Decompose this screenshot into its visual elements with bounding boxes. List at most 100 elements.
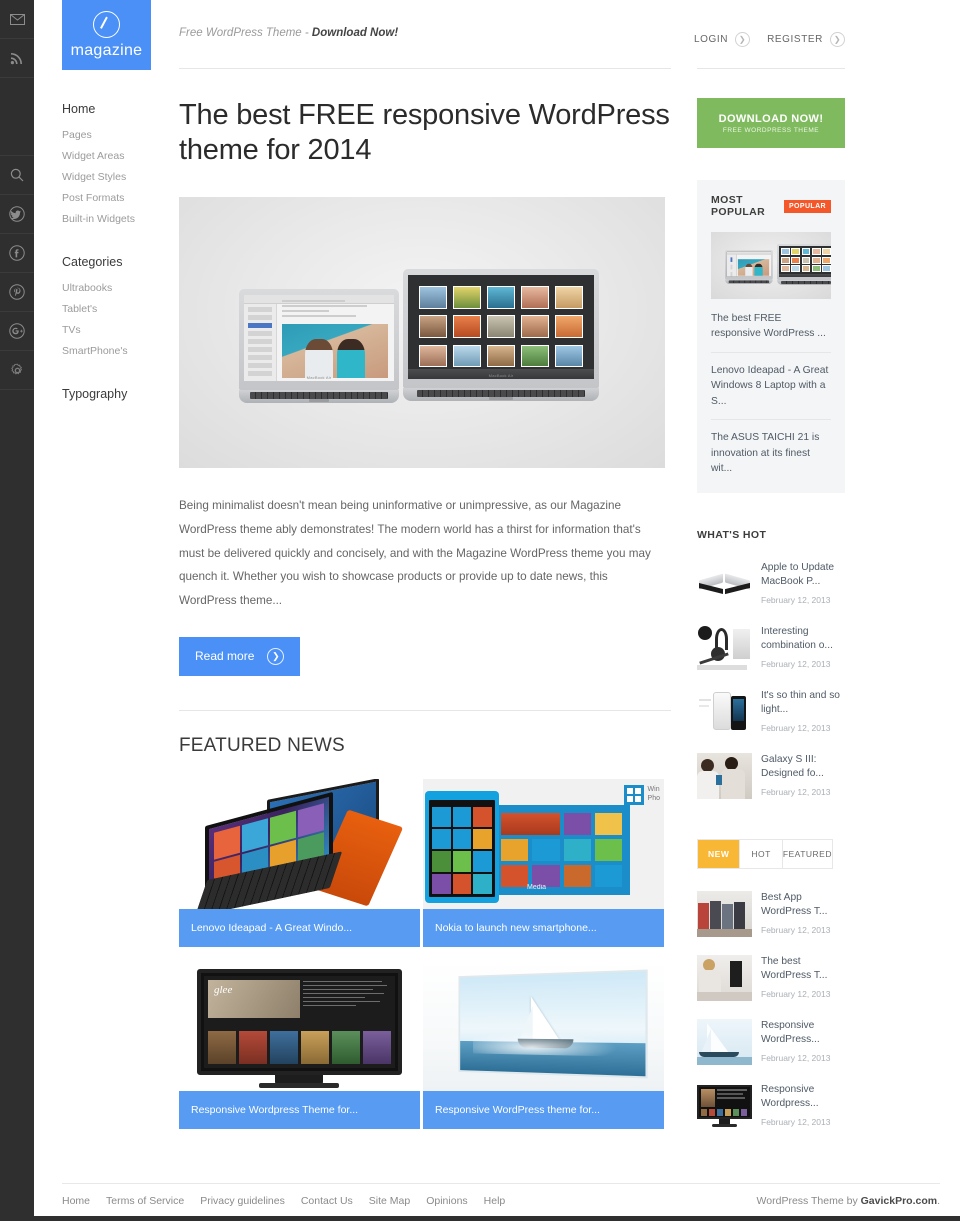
google-plus-icon[interactable] <box>0 312 34 351</box>
featured-card[interactable]: Lenovo Ideapad - A Great Windo... <box>179 778 420 947</box>
whats-hot-list: Apple to Update MacBook P... February 12… <box>697 560 845 799</box>
tv-glee-art: glee <box>179 960 420 1091</box>
list-item[interactable]: Lenovo Ideapad - A Great Windows 8 Lapto… <box>711 353 831 421</box>
footer-link-sitemap[interactable]: Site Map <box>369 1195 410 1207</box>
pinterest-icon[interactable] <box>0 273 34 312</box>
download-now-button[interactable]: DOWNLOAD NOW! FREE WORDPRESS THEME <box>697 98 845 148</box>
gear-icon[interactable] <box>0 351 34 390</box>
list-item-title: It's so thin and so light... <box>761 689 840 715</box>
tab-featured[interactable]: FEATURED <box>783 840 832 868</box>
list-item-date: February 12, 2013 <box>761 723 831 734</box>
footer-link-opinions[interactable]: Opinions <box>426 1195 467 1207</box>
social-rail <box>0 0 34 1221</box>
list-item[interactable]: The best FREE responsive WordPress ... <box>711 311 831 353</box>
list-item[interactable]: Interesting combination o... February 12… <box>697 624 845 671</box>
twitter-icon[interactable] <box>0 195 34 234</box>
account-links: LOGIN ❯ REGISTER ❯ <box>694 32 845 47</box>
featured-thumbnail: glee <box>179 960 420 1091</box>
list-item[interactable]: Responsive Wordpress... February 12, 201… <box>697 1082 845 1129</box>
featured-card[interactable]: Win Pho Media Nokia to launch new smartp… <box>423 778 664 947</box>
sidebar-item-post-formats[interactable]: Post Formats <box>62 192 172 204</box>
register-link[interactable]: REGISTER ❯ <box>767 32 845 47</box>
list-item[interactable]: The best WordPress T... February 12, 201… <box>697 954 845 1001</box>
footer-link-privacy[interactable]: Privacy guidelines <box>200 1195 285 1207</box>
site-logo[interactable]: magazine <box>62 0 151 70</box>
login-link[interactable]: LOGIN ❯ <box>694 32 751 47</box>
featured-news-title: FEATURED NEWS <box>179 734 345 756</box>
download-secondary-label: FREE WORDPRESS THEME <box>722 126 820 134</box>
sidebar-item-pages[interactable]: Pages <box>62 129 172 141</box>
rss-icon[interactable] <box>0 39 34 78</box>
sidebar-item-tablets[interactable]: Tablet's <box>62 303 172 315</box>
featured-caption: Lenovo Ideapad - A Great Windo... <box>179 908 420 947</box>
list-item[interactable]: The ASUS TAICHI 21 is innovation at its … <box>711 420 831 476</box>
header-divider-right <box>697 68 845 69</box>
sidebar-item-tvs[interactable]: TVs <box>62 324 172 336</box>
list-item[interactable]: Responsive WordPress... February 12, 201… <box>697 1018 845 1065</box>
hero-image[interactable]: MacBook Air MacBook Air <box>179 197 665 468</box>
mail-icon[interactable] <box>0 0 34 39</box>
main-content: The best FREE responsive WordPress theme… <box>179 98 671 1129</box>
list-item-title: Responsive Wordpress... <box>761 1083 819 1109</box>
thumbnail-iphone <box>697 688 752 735</box>
tagline-download-link[interactable]: Download Now! <box>312 27 398 39</box>
list-item-date: February 12, 2013 <box>761 659 831 670</box>
list-item[interactable]: Best App WordPress T... February 12, 201… <box>697 890 845 937</box>
sidebar-item-smartphones[interactable]: SmartPhone's <box>62 345 172 357</box>
sidebar-item-widget-areas[interactable]: Widget Areas <box>62 150 172 162</box>
sidebar-item-home[interactable]: Home <box>62 102 172 116</box>
chevron-right-icon: ❯ <box>267 647 285 665</box>
logo-text: magazine <box>70 41 143 59</box>
sidebar-item-ultrabooks[interactable]: Ultrabooks <box>62 282 172 294</box>
featured-card[interactable]: glee Responsive Wordpress Theme for... <box>179 960 420 1129</box>
list-item[interactable]: It's so thin and so light... February 12… <box>697 688 845 735</box>
list-item-date: February 12, 2013 <box>761 1053 831 1064</box>
sidebar-item-categories[interactable]: Categories <box>62 255 172 269</box>
featured-thumbnail <box>423 960 664 1091</box>
footer-copyright: WordPress Theme by GavickPro.com. <box>757 1195 940 1207</box>
thumbnail-headphones <box>697 624 752 671</box>
list-item-date: February 12, 2013 <box>761 595 831 606</box>
post-excerpt: Being minimalist doesn't mean being unin… <box>179 499 651 607</box>
page-title: The best FREE responsive WordPress theme… <box>179 99 670 166</box>
whats-hot-title: WHAT'S HOT <box>697 528 767 541</box>
facebook-icon[interactable] <box>0 234 34 273</box>
featured-card[interactable]: Responsive WordPress theme for... <box>423 960 664 1129</box>
thumbnail-macbook-pair <box>697 560 752 607</box>
footer-link-help[interactable]: Help <box>484 1195 506 1207</box>
most-popular-title: MOST POPULAR <box>711 194 766 218</box>
featured-news-grid: Lenovo Ideapad - A Great Windo... Win Pho <box>179 778 665 1129</box>
list-item-title: Galaxy S III: Designed fo... <box>761 753 824 779</box>
section-divider <box>179 709 671 711</box>
list-item[interactable]: Galaxy S III: Designed fo... February 12… <box>697 752 845 799</box>
footer-links: Home Terms of Service Privacy guidelines… <box>62 1195 505 1207</box>
tagline-prefix: Free WordPress Theme - <box>179 27 312 39</box>
nokia-windows-phone-art: Win Pho Media <box>423 778 664 909</box>
featured-caption: Responsive Wordpress Theme for... <box>179 1090 420 1129</box>
footer-link-terms[interactable]: Terms of Service <box>106 1195 184 1207</box>
right-sidebar: DOWNLOAD NOW! FREE WORDPRESS THEME MOST … <box>697 98 845 1147</box>
content-tabs: NEW HOT FEATURED <box>697 838 833 869</box>
sidebar-item-widget-styles[interactable]: Widget Styles <box>62 171 172 183</box>
list-item-date: February 12, 2013 <box>761 989 831 1000</box>
thumbnail-sailboat <box>697 1018 752 1065</box>
tab-new[interactable]: NEW <box>698 839 741 868</box>
read-more-label: Read more <box>195 649 255 664</box>
footer-divider <box>62 1183 940 1184</box>
lenovo-yoga-art <box>179 778 420 909</box>
footer-link-home[interactable]: Home <box>62 1195 90 1207</box>
list-item[interactable]: Apple to Update MacBook P... February 12… <box>697 560 845 607</box>
list-item-date: February 12, 2013 <box>761 1117 831 1128</box>
most-popular-widget: MOST POPULAR POPULAR The best FREE respo… <box>697 180 845 493</box>
sidebar-item-builtin-widgets[interactable]: Built-in Widgets <box>62 213 172 225</box>
copyright-brand-link[interactable]: GavickPro.com <box>861 1195 937 1207</box>
copyright-prefix: WordPress Theme by <box>756 1195 861 1207</box>
tab-hot[interactable]: HOT <box>740 839 783 868</box>
search-icon[interactable] <box>0 156 34 195</box>
chevron-right-icon: ❯ <box>735 32 751 47</box>
most-popular-thumbnail[interactable] <box>711 232 831 299</box>
sidebar-item-typography[interactable]: Typography <box>62 387 172 401</box>
footer-link-contact[interactable]: Contact Us <box>301 1195 353 1207</box>
list-item-date: February 12, 2013 <box>761 925 831 936</box>
read-more-button[interactable]: Read more ❯ <box>179 636 301 676</box>
